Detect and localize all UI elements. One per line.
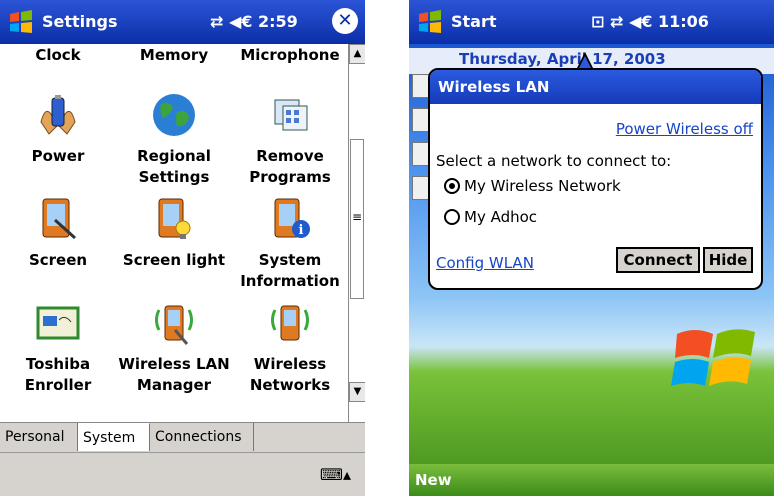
setting-clock[interactable]: Clock [0, 46, 116, 64]
tab-connections[interactable]: Connections [150, 423, 254, 451]
vertical-scrollbar[interactable]: ▲ ≡ ▼ [348, 44, 365, 422]
setting-label: Wireless LAN Manager [118, 355, 230, 394]
setting-label: Remove Programs [249, 147, 331, 186]
title-bar: Start ⊡ ⇄ ◀€ 11:06 [409, 0, 774, 44]
setting-label: Power [31, 147, 85, 165]
setting-label: Screen [28, 251, 88, 269]
scroll-down-button[interactable]: ▼ [349, 382, 365, 402]
certificate-icon [36, 306, 80, 340]
setting-label: Screen light [122, 251, 226, 269]
radio-button[interactable] [444, 178, 460, 194]
network-name[interactable]: My Adhoc [464, 208, 537, 226]
windows-start-icon[interactable] [416, 8, 444, 36]
network-prompt: Select a network to connect to: [436, 152, 672, 170]
svg-text:i: i [299, 223, 304, 238]
page-title[interactable]: Start [451, 12, 497, 31]
date-label[interactable]: Thursday, April 17, 2003 [459, 50, 666, 68]
windows-logo-icon [671, 329, 755, 386]
scroll-up-button[interactable]: ▲ [349, 44, 365, 64]
menu-bar: ⌨▴ [0, 452, 365, 496]
config-wlan-link[interactable]: Config WLAN [436, 254, 534, 272]
page-title: Settings [42, 12, 118, 31]
setting-remove-programs[interactable]: Remove Programs [232, 92, 348, 188]
wireless-icon [155, 305, 193, 345]
setting-regional-settings[interactable]: Regional Settings [116, 92, 232, 188]
screen-light-icon [158, 198, 191, 239]
remove-programs-icon [274, 99, 308, 131]
scroll-grip-icon: ≡ [352, 210, 363, 224]
wireless-lan-popup: Wireless LAN Power Wireless off Select a… [428, 68, 763, 290]
settings-screen: Settings ⇄ ◀€ 2:59 ✕ Clock Memory Microp… [0, 0, 365, 496]
setting-microphone[interactable]: Microphone [232, 46, 348, 64]
bottom-menu-bar: New [409, 464, 774, 496]
setting-screen-light[interactable]: Screen light [116, 196, 232, 271]
setting-wireless-lan-manager[interactable]: Wireless LAN Manager [116, 300, 232, 396]
setting-label: System Information [240, 251, 340, 290]
globe-icon [153, 94, 195, 136]
setting-memory[interactable]: Memory [116, 46, 232, 64]
tab-personal[interactable]: Personal [0, 423, 78, 451]
settings-tabs: Personal System Connections [0, 422, 365, 453]
new-button[interactable]: New [415, 471, 452, 489]
title-bar: Settings ⇄ ◀€ 2:59 ✕ [0, 0, 365, 44]
power-wireless-off-link[interactable]: Power Wireless off [616, 120, 753, 138]
power-icon [40, 95, 76, 135]
settings-grid: Clock Memory Microphone Power Regional S… [0, 44, 348, 422]
status-indicators[interactable]: ⇄ ◀€ 2:59 [210, 12, 298, 31]
scroll-thumb[interactable]: ≡ [350, 139, 364, 299]
keyboard-icon[interactable]: ⌨▴ [320, 465, 351, 484]
network-name[interactable]: My Wireless Network [464, 177, 621, 195]
close-button[interactable]: ✕ [332, 8, 358, 34]
setting-power[interactable]: Power [0, 92, 116, 167]
setting-wireless-networks[interactable]: Wireless Networks [232, 300, 348, 396]
setting-label: Toshiba Enroller [24, 355, 92, 394]
windows-start-icon[interactable] [7, 8, 35, 36]
today-screen: Thursday, April 17, 2003 Start ⊡ ⇄ ◀€ 11… [409, 0, 774, 496]
popup-title: Wireless LAN [430, 70, 761, 104]
setting-screen[interactable]: Screen [0, 196, 116, 271]
wireless-networks-icon [271, 305, 309, 341]
tab-system[interactable]: System [78, 423, 150, 451]
hide-button[interactable]: Hide [703, 247, 753, 273]
screen-icon [42, 198, 77, 240]
connect-button[interactable]: Connect [616, 247, 700, 273]
setting-label: Regional Settings [137, 147, 211, 186]
setting-toshiba-enroller[interactable]: Toshiba Enroller [0, 300, 116, 396]
status-indicators[interactable]: ⊡ ⇄ ◀€ 11:06 [591, 12, 709, 31]
radio-button[interactable] [444, 209, 460, 225]
setting-label: Wireless Networks [249, 355, 331, 394]
setting-system-information[interactable]: i System Information [232, 196, 348, 292]
system-info-icon: i [274, 198, 310, 238]
